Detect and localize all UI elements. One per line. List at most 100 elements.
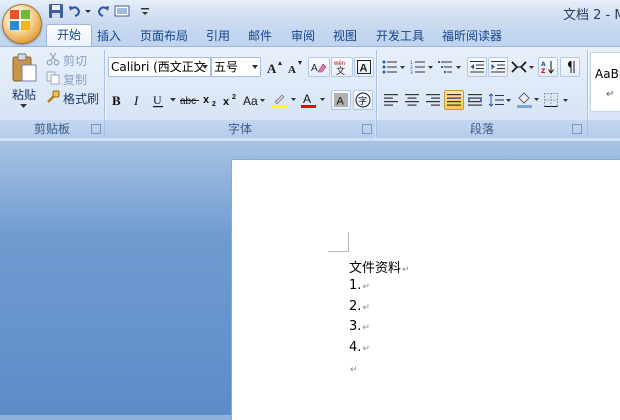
tab-page-layout[interactable]: 页面布局 (140, 27, 188, 45)
shrink-font-button[interactable]: A (285, 57, 305, 77)
svg-text:U: U (153, 93, 162, 107)
document-line[interactable]: 3.↵ (349, 319, 370, 334)
underline-dropdown-icon[interactable] (170, 98, 176, 102)
document-line[interactable]: 1.↵ (349, 278, 370, 293)
svg-text:Z: Z (541, 68, 546, 74)
cut-button[interactable]: 剪切 (63, 52, 87, 69)
font-size-dropdown-icon[interactable] (252, 65, 258, 69)
svg-text:2: 2 (232, 94, 236, 101)
document-line[interactable]: 2.↵ (349, 299, 370, 314)
align-center-button[interactable] (402, 90, 422, 110)
redo-icon[interactable] (95, 3, 111, 19)
chinese-layout-button[interactable] (510, 57, 536, 77)
increase-indent-button[interactable] (488, 57, 508, 77)
tab-references[interactable]: 引用 (206, 27, 230, 45)
customize-qat-icon[interactable] (140, 3, 150, 19)
change-case-button[interactable]: Aa (242, 90, 266, 110)
font-group-label: 字体 (105, 120, 375, 138)
borders-button[interactable] (543, 90, 571, 110)
svg-text:x: x (203, 94, 210, 106)
document-line[interactable]: 文件资料↵ (349, 257, 410, 276)
numbering-button[interactable]: 1 2 3 (409, 57, 435, 77)
line-spacing-button[interactable] (487, 90, 513, 110)
bold-button[interactable]: B (108, 90, 126, 110)
align-right-icon (426, 94, 440, 106)
text-highlight-button[interactable] (270, 90, 298, 110)
document-line-text: 1. (349, 278, 362, 293)
superscript-button[interactable]: x 2 (222, 90, 240, 110)
sort-button[interactable]: A Z (538, 57, 558, 77)
tab-developer[interactable]: 开发工具 (376, 27, 424, 45)
format-painter-button[interactable]: 格式刷 (63, 90, 99, 107)
bullets-icon (382, 60, 405, 74)
format-painter-icon (47, 90, 60, 103)
italic-button[interactable]: I (129, 90, 147, 110)
decrease-indent-icon (470, 61, 484, 73)
document-line[interactable]: 4.↵ (349, 340, 370, 355)
paragraph-mark: ↵ (362, 303, 370, 313)
phonetic-guide-icon: wén 文 (333, 61, 345, 75)
subscript-button[interactable]: x 2 (202, 90, 220, 110)
styles-group-label (588, 120, 620, 138)
paragraph-launcher-icon[interactable] (572, 124, 582, 134)
show-hide-marks-button[interactable] (560, 57, 580, 77)
sort-icon: A Z (541, 61, 554, 74)
distributed-button[interactable] (465, 90, 485, 110)
italic-icon: I (133, 93, 139, 107)
underline-button[interactable]: U (149, 90, 167, 110)
decrease-indent-button[interactable] (467, 57, 487, 77)
font-launcher-icon[interactable] (362, 124, 372, 134)
phonetic-guide-button[interactable]: wén 文 (331, 57, 353, 77)
quick-style-normal[interactable]: AaBl ↵ (590, 52, 620, 112)
enclose-characters-button[interactable]: 字 (353, 90, 373, 110)
copy-button[interactable]: 复制 (63, 71, 87, 88)
svg-text:A: A (311, 63, 318, 74)
svg-text:字: 字 (358, 95, 367, 107)
tab-review[interactable]: 审阅 (291, 27, 315, 45)
margin-corner-horizontal (328, 251, 349, 252)
tab-view[interactable]: 视图 (333, 27, 357, 45)
increase-indent-icon (491, 61, 505, 73)
save-icon[interactable] (48, 3, 64, 19)
svg-text:I: I (133, 93, 139, 107)
clear-formatting-button[interactable]: A (308, 57, 330, 77)
strikethrough-button[interactable]: abc (179, 90, 201, 110)
justify-button[interactable] (444, 90, 464, 110)
print-preview-icon[interactable] (114, 3, 130, 19)
margin-corner-vertical (348, 232, 349, 252)
borders-icon (544, 93, 568, 107)
align-left-button[interactable] (381, 90, 401, 110)
document-line-text: 3. (349, 319, 362, 334)
character-shading-button[interactable]: A (331, 90, 351, 110)
grow-font-button[interactable]: A (265, 57, 285, 77)
tab-home[interactable]: 开始 (46, 24, 92, 47)
character-border-icon: A (357, 60, 371, 74)
font-color-button[interactable]: A (299, 90, 327, 110)
document-line[interactable]: ↵ (349, 361, 358, 376)
font-size-combo[interactable]: 五号 (211, 57, 261, 77)
shading-button[interactable] (515, 90, 541, 110)
document-page[interactable] (232, 160, 620, 420)
svg-text:A: A (541, 61, 546, 68)
character-border-button[interactable]: A (354, 57, 374, 77)
paragraph-group-label: 段落 (377, 120, 587, 138)
tab-foxit-reader[interactable]: 福昕阅读器 (442, 27, 502, 45)
font-name-combo[interactable]: Calibri (西文正文 (108, 57, 211, 77)
undo-icon[interactable] (67, 3, 83, 19)
font-name-value: Calibri (西文正文 (111, 60, 206, 74)
multilevel-list-button[interactable] (437, 57, 463, 77)
font-name-dropdown-icon[interactable] (202, 65, 208, 69)
clipboard-launcher-icon[interactable] (91, 124, 101, 134)
subscript-icon: x 2 (203, 94, 216, 107)
superscript-icon: x 2 (223, 94, 236, 107)
tab-insert[interactable]: 插入 (97, 27, 121, 45)
undo-dropdown-icon[interactable] (84, 3, 92, 19)
tab-mailings[interactable]: 邮件 (248, 27, 272, 45)
svg-text:A: A (303, 92, 311, 106)
document-line-text: 文件资料 (349, 261, 402, 276)
document-line-text: 4. (349, 340, 362, 355)
paste-dropdown-icon[interactable] (20, 104, 27, 109)
bullets-button[interactable] (381, 57, 407, 77)
distributed-icon (468, 94, 482, 106)
align-right-button[interactable] (423, 90, 443, 110)
